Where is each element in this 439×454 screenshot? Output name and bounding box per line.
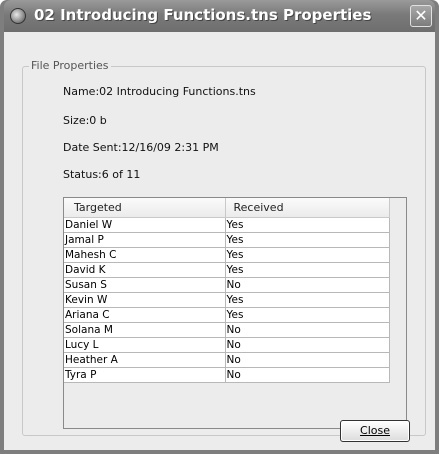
table-row[interactable]: Solana M No [64, 322, 390, 338]
table-row[interactable]: Kevin W Yes [64, 292, 390, 308]
received-cell: Yes [225, 232, 390, 248]
received-cell: Yes [225, 292, 390, 308]
window-close-button[interactable]: ✕ [410, 5, 432, 27]
table-row[interactable]: Daniel W Yes [64, 217, 390, 233]
window-title: 02 Introducing Functions.tns Properties [34, 6, 372, 24]
app-icon [10, 8, 26, 24]
received-cell: No [225, 337, 390, 353]
table-row[interactable]: Susan S No [64, 277, 390, 293]
column-header-targeted[interactable]: Targeted [64, 198, 226, 218]
targeted-cell: Ariana C [64, 307, 226, 323]
file-size-label: Size:0 b [63, 114, 107, 127]
targeted-cell: David K [64, 262, 226, 278]
table-row[interactable]: Ariana C Yes [64, 307, 390, 323]
targeted-cell: Mahesh C [64, 247, 226, 263]
received-cell: No [225, 352, 390, 368]
received-cell: Yes [225, 307, 390, 323]
close-button-label: Close [360, 424, 390, 437]
close-button[interactable]: Close [340, 420, 410, 442]
file-properties-group: File Properties Name:02 Introducing Func… [22, 59, 426, 436]
received-cell: Yes [225, 217, 390, 233]
status-label: Status:6 of 11 [63, 168, 141, 181]
received-cell: No [225, 322, 390, 338]
group-legend: File Properties [29, 59, 111, 72]
received-cell: No [225, 277, 390, 293]
table-row[interactable]: Lucy L No [64, 337, 390, 353]
column-header-received[interactable]: Received [225, 198, 390, 218]
table-row[interactable]: Tyra P No [64, 367, 390, 383]
targeted-cell: Tyra P [64, 367, 226, 383]
targeted-cell: Heather A [64, 352, 226, 368]
table-row[interactable]: Heather A No [64, 352, 390, 368]
received-cell: Yes [225, 262, 390, 278]
dialog-client-area: File Properties Name:02 Introducing Func… [4, 32, 435, 450]
recipients-table[interactable]: Targeted Received Daniel W Yes Jamal P Yes M… [63, 197, 407, 429]
targeted-cell: Jamal P [64, 232, 226, 248]
received-cell: Yes [225, 247, 390, 263]
date-sent-label: Date Sent:12/16/09 2:31 PM [63, 141, 219, 154]
file-name-label: Name:02 Introducing Functions.tns [63, 85, 256, 98]
table-row[interactable]: David K Yes [64, 262, 390, 278]
targeted-cell: Susan S [64, 277, 226, 293]
title-bar[interactable]: 02 Introducing Functions.tns Properties … [4, 0, 435, 32]
table-row[interactable]: Mahesh C Yes [64, 247, 390, 263]
received-cell: No [225, 367, 390, 383]
targeted-cell: Kevin W [64, 292, 226, 308]
targeted-cell: Solana M [64, 322, 226, 338]
properties-dialog: 02 Introducing Functions.tns Properties … [0, 0, 439, 454]
table-row[interactable]: Jamal P Yes [64, 232, 390, 248]
targeted-cell: Lucy L [64, 337, 226, 353]
targeted-cell: Daniel W [64, 217, 226, 233]
